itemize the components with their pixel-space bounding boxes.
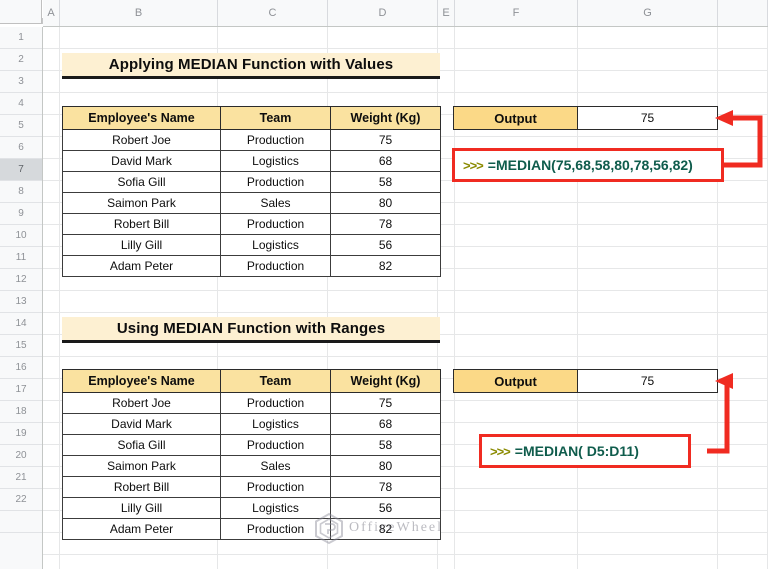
column-header-cell: Team xyxy=(220,106,331,130)
table-cell[interactable]: Saimon Park xyxy=(62,192,221,214)
table-cell[interactable]: Robert Bill xyxy=(62,213,221,235)
chevron-marker: >>> xyxy=(490,443,511,459)
output-box-values: Output 75 xyxy=(453,106,718,130)
table-cell[interactable]: Logistics xyxy=(220,497,331,519)
output-label: Output xyxy=(453,106,578,130)
table-cell[interactable]: 75 xyxy=(330,129,441,151)
table-cell[interactable]: Production xyxy=(220,518,331,540)
table-cell[interactable]: 78 xyxy=(330,476,441,498)
table-cell[interactable]: Sales xyxy=(220,192,331,214)
table-cell[interactable]: Sales xyxy=(220,455,331,477)
table-cell[interactable]: Production xyxy=(220,434,331,456)
output-value[interactable]: 75 xyxy=(577,369,718,393)
table-cell[interactable]: Saimon Park xyxy=(62,455,221,477)
table-cell[interactable]: Sofia Gill xyxy=(62,171,221,193)
content-overlay: Applying MEDIAN Function with Values Empl… xyxy=(0,0,768,569)
table-header-row: Employee's Name Team Weight (Kg) xyxy=(62,369,441,393)
section-title-ranges: Using MEDIAN Function with Ranges xyxy=(62,317,440,343)
table-row: Robert Bill Production 78 xyxy=(62,213,441,235)
table-cell[interactable]: David Mark xyxy=(62,413,221,435)
table-row: Saimon Park Sales 80 xyxy=(62,192,441,214)
table-cell[interactable]: Logistics xyxy=(220,413,331,435)
table-cell[interactable]: Production xyxy=(220,171,331,193)
table-cell[interactable]: Production xyxy=(220,129,331,151)
table-cell[interactable]: Adam Peter xyxy=(62,518,221,540)
table-cell[interactable]: Robert Joe xyxy=(62,392,221,414)
table-cell[interactable]: Robert Joe xyxy=(62,129,221,151)
table-cell[interactable]: 82 xyxy=(330,255,441,277)
table-row: Lilly Gill Logistics 56 xyxy=(62,497,441,519)
table-row: Adam Peter Production 82 xyxy=(62,255,441,277)
table-row: David Mark Logistics 68 xyxy=(62,413,441,435)
table-cell[interactable]: Logistics xyxy=(220,150,331,172)
section-title-values: Applying MEDIAN Function with Values xyxy=(62,53,440,79)
employee-table-values: Employee's Name Team Weight (Kg) Robert Joe… xyxy=(62,106,441,277)
table-cell[interactable]: 80 xyxy=(330,455,441,477)
table-cell[interactable]: 75 xyxy=(330,392,441,414)
table-row: Robert Bill Production 78 xyxy=(62,476,441,498)
table-cell[interactable]: 56 xyxy=(330,497,441,519)
table-row: Robert Joe Production 75 xyxy=(62,392,441,414)
employee-table-ranges: Employee's Name Team Weight (Kg) Robert Joe… xyxy=(62,369,441,540)
table-cell[interactable]: Production xyxy=(220,255,331,277)
table-cell[interactable]: 80 xyxy=(330,192,441,214)
table-cell[interactable]: 56 xyxy=(330,234,441,256)
table-row: David Mark Logistics 68 xyxy=(62,150,441,172)
column-header-cell: Employee's Name xyxy=(62,106,221,130)
column-header-cell: Team xyxy=(220,369,331,393)
column-header-cell: Employee's Name xyxy=(62,369,221,393)
output-value[interactable]: 75 xyxy=(577,106,718,130)
table-cell[interactable]: 58 xyxy=(330,171,441,193)
table-cell[interactable]: David Mark xyxy=(62,150,221,172)
formula-text: =MEDIAN(75,68,58,80,78,56,82) xyxy=(487,157,693,173)
table-header-row: Employee's Name Team Weight (Kg) xyxy=(62,106,441,130)
table-cell[interactable]: Production xyxy=(220,213,331,235)
formula-text: =MEDIAN( D5:D11) xyxy=(514,443,639,459)
table-row: Lilly Gill Logistics 56 xyxy=(62,234,441,256)
table-cell[interactable]: 68 xyxy=(330,150,441,172)
table-cell[interactable]: Sofia Gill xyxy=(62,434,221,456)
table-row: Saimon Park Sales 80 xyxy=(62,455,441,477)
column-header-cell: Weight (Kg) xyxy=(330,369,441,393)
table-row: Adam Peter Production 82 xyxy=(62,518,441,540)
table-cell[interactable]: Logistics xyxy=(220,234,331,256)
output-box-ranges: Output 75 xyxy=(453,369,718,393)
table-cell[interactable]: Robert Bill xyxy=(62,476,221,498)
formula-callout-values: >>> =MEDIAN(75,68,58,80,78,56,82) xyxy=(452,148,724,182)
output-label: Output xyxy=(453,369,578,393)
chevron-marker: >>> xyxy=(463,157,484,173)
formula-callout-ranges: >>> =MEDIAN( D5:D11) xyxy=(479,434,691,468)
table-cell[interactable]: 58 xyxy=(330,434,441,456)
table-cell[interactable]: Production xyxy=(220,476,331,498)
table-cell[interactable]: Lilly Gill xyxy=(62,497,221,519)
table-cell[interactable]: 82 xyxy=(330,518,441,540)
table-cell[interactable]: Production xyxy=(220,392,331,414)
column-header-cell: Weight (Kg) xyxy=(330,106,441,130)
table-row: Sofia Gill Production 58 xyxy=(62,434,441,456)
table-row: Sofia Gill Production 58 xyxy=(62,171,441,193)
table-cell[interactable]: Lilly Gill xyxy=(62,234,221,256)
table-cell[interactable]: 78 xyxy=(330,213,441,235)
table-cell[interactable]: Adam Peter xyxy=(62,255,221,277)
table-cell[interactable]: 68 xyxy=(330,413,441,435)
table-row: Robert Joe Production 75 xyxy=(62,129,441,151)
